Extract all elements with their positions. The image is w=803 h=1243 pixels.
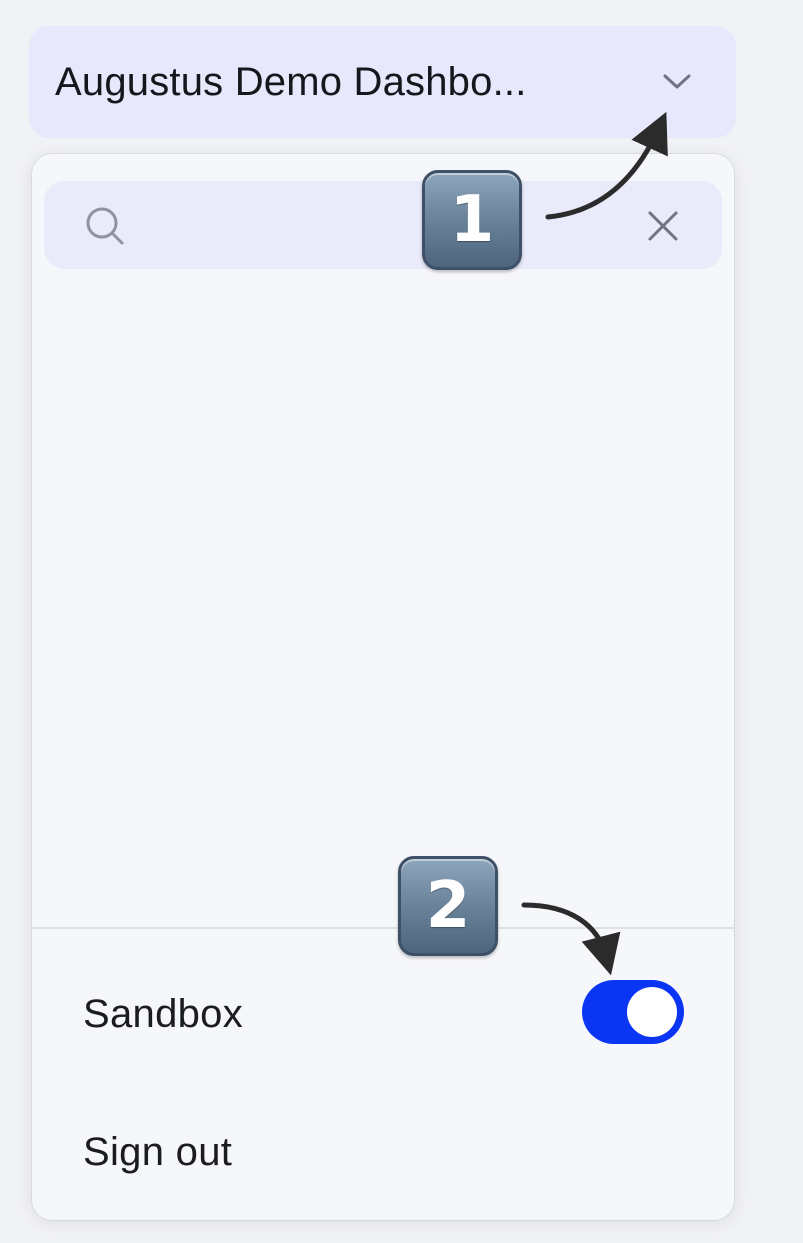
workspace-title: Augustus Demo Dashbo... <box>55 59 527 104</box>
sandbox-toggle[interactable] <box>582 980 684 1044</box>
menu-divider <box>32 927 734 929</box>
workspace-switcher[interactable]: Augustus Demo Dashbo... <box>29 26 736 138</box>
sign-out-button[interactable]: Sign out <box>83 1130 232 1175</box>
search-input[interactable] <box>144 195 628 257</box>
step-badge-1: 1 <box>422 170 522 270</box>
workspace-dropdown-panel: Sandbox Sign out <box>32 154 734 1220</box>
search-icon <box>82 203 128 249</box>
close-icon[interactable] <box>644 207 682 245</box>
chevron-down-icon[interactable] <box>654 59 700 105</box>
sandbox-label: Sandbox <box>83 992 244 1036</box>
search-bar <box>44 181 722 269</box>
toggle-knob <box>627 987 677 1037</box>
step-badge-2: 2 <box>398 856 498 956</box>
